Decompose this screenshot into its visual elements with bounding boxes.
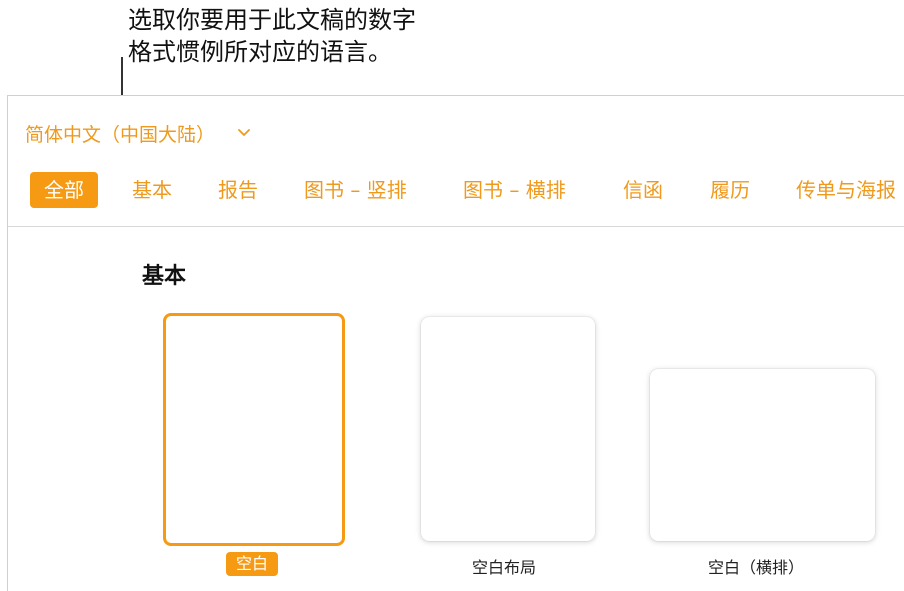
template-blank-layout-thumbnail[interactable] [421,317,595,541]
section-title-basic: 基本 [142,264,187,289]
template-blank-landscape-thumbnail[interactable] [650,369,875,541]
callout-text: 选取你要用于此文稿的数字 格式惯例所对应的语言。 [128,4,508,68]
language-dropdown-value: 简体中文（中国大陆） [25,123,216,146]
template-chooser-page: 选取你要用于此文稿的数字 格式惯例所对应的语言。 简体中文（中国大陆） 全部 基… [0,0,904,591]
tab-all[interactable]: 全部 [30,172,98,208]
template-blank-landscape-label[interactable]: 空白（横排） [708,554,804,578]
tab-books-horizontal[interactable]: 图书 – 横排 [463,172,566,208]
tab-resumes[interactable]: 履历 [710,172,750,208]
tab-reports[interactable]: 报告 [218,172,258,208]
chooser-header: 简体中文（中国大陆） 全部 基本 报告 图书 – 竖排 图书 – 横排 信函 履… [8,96,904,227]
tab-flyers-posters[interactable]: 传单与海报 [796,172,896,208]
template-chooser-window: 简体中文（中国大陆） 全部 基本 报告 图书 – 竖排 图书 – 横排 信函 履… [7,95,904,591]
chevron-down-icon [238,129,250,136]
callout-line-2: 格式惯例所对应的语言。 [128,38,392,66]
tab-basic[interactable]: 基本 [132,172,172,208]
template-blank-layout-label[interactable]: 空白布局 [472,554,536,578]
language-dropdown[interactable]: 简体中文（中国大陆） [25,118,253,148]
callout-line-1: 选取你要用于此文稿的数字 [128,6,416,34]
tab-books-vertical[interactable]: 图书 – 竖排 [304,172,407,208]
template-blank-thumbnail[interactable] [163,313,345,546]
template-blank-label[interactable]: 空白 [226,552,279,576]
tab-letters[interactable]: 信函 [623,172,663,208]
